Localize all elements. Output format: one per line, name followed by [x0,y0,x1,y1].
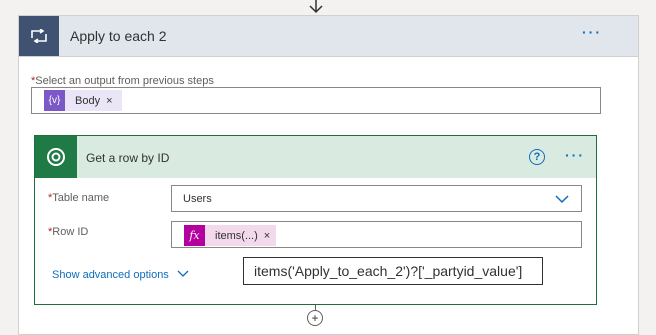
expression-tooltip: items('Apply_to_each_2')?['_partyid_valu… [243,257,543,285]
action-more-options-button[interactable]: ··· [565,147,585,163]
add-step-button[interactable]: + [307,310,323,326]
body-token[interactable]: {v} Body × [44,90,122,111]
row-id-label-text: Row ID [52,226,89,238]
show-advanced-options-link[interactable]: Show advanced options [52,269,169,281]
table-name-value: Users [183,193,212,205]
get-row-by-id-title: Get a row by ID [86,151,170,165]
down-arrow-icon [309,0,323,14]
remove-token-icon[interactable]: × [106,95,112,107]
select-output-label-text: Select an output from previous steps [35,75,214,87]
chevron-down-icon [555,195,569,204]
apply-to-each-title: Apply to each 2 [70,28,167,44]
row-id-label: *Row ID [48,226,88,238]
table-name-select[interactable]: Users [171,185,582,212]
select-output-input[interactable]: {v} Body × [31,87,601,114]
select-output-label: *Select an output from previous steps [31,75,214,87]
help-icon[interactable]: ? [529,149,545,165]
fx-icon: fx [184,225,205,246]
variable-icon: {v} [44,90,65,111]
table-name-label: *Table name [48,192,109,204]
loop-icon [19,16,59,56]
row-id-input[interactable]: fx items(...) × [171,221,582,248]
expression-token[interactable]: fx items(...) × [184,225,276,246]
table-name-label-text: Table name [52,192,110,204]
dataverse-icon [35,136,77,178]
body-token-label: Body [75,94,101,107]
expression-token-label: items(...) [215,229,258,242]
loop-more-options-button[interactable]: ··· [582,24,602,40]
chevron-down-icon[interactable] [177,268,189,280]
remove-token-icon[interactable]: × [264,230,270,242]
